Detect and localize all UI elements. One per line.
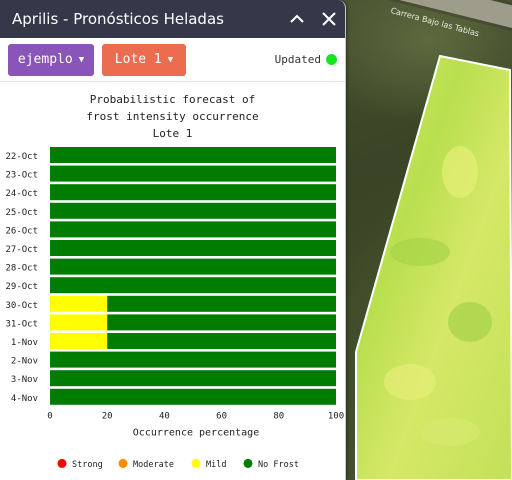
- panel-title-bar: Aprilis - Pronósticos Heladas: [0, 0, 345, 38]
- bar-mild-1-Nov: [50, 333, 108, 349]
- y-tick-label: 4-Nov: [11, 394, 38, 404]
- y-tick-label: 2-Nov: [11, 357, 38, 367]
- field-polygon-lote-1[interactable]: [350, 52, 512, 480]
- x-tick-label: 20: [102, 411, 113, 421]
- bar-no-frost-3-Nov: [50, 370, 336, 387]
- x-tick-label: 80: [273, 411, 284, 421]
- bar-no-frost-2-Nov: [50, 351, 336, 368]
- farm-dropdown[interactable]: ejemplo ▼: [8, 43, 94, 76]
- bar-mild-31-Oct: [50, 314, 108, 331]
- y-tick-label: 27-Oct: [5, 245, 38, 255]
- legend-marker-no-frost: [243, 458, 253, 468]
- bar-no-frost-4-Nov: [50, 388, 336, 405]
- x-tick-label: 40: [159, 411, 170, 421]
- collapse-chevron-up-icon[interactable]: [281, 0, 313, 38]
- legend-label-strong: Strong: [72, 460, 103, 470]
- frost-forecast-panel: Aprilis - Pronósticos Heladas ejemplo ▼ …: [0, 0, 346, 480]
- legend-marker-strong: [57, 458, 67, 468]
- bar-no-frost-27-Oct: [50, 240, 336, 256]
- bar-no-frost-23-Oct: [50, 165, 336, 182]
- y-tick-label: 28-Oct: [5, 264, 38, 274]
- legend-label-mild: Mild: [206, 460, 226, 470]
- lot-dropdown-label: Lote 1: [114, 52, 162, 67]
- bar-no-frost-30-Oct: [107, 295, 336, 312]
- bar-no-frost-29-Oct: [50, 277, 336, 294]
- update-status: Updated: [275, 53, 337, 66]
- bar-no-frost-25-Oct: [50, 202, 336, 219]
- y-tick-label: 22-Oct: [5, 152, 38, 162]
- farm-dropdown-label: ejemplo: [17, 52, 73, 67]
- chart-plot: 22-Oct 23-Oct 24-Oct 25-Oct 26-Oct 27-Oct 28-O…: [5, 147, 344, 470]
- y-tick-label: 3-Nov: [11, 375, 38, 385]
- y-tick-label: 26-Oct: [5, 226, 38, 236]
- update-status-text: Updated: [274, 53, 321, 66]
- bar-no-frost-31-Oct: [107, 314, 336, 331]
- x-tick-label: 100: [328, 411, 344, 421]
- bar-no-frost-22-Oct: [50, 147, 336, 163]
- panel-toolbar: ejemplo ▼ Lote 1 ▼ Updated: [0, 38, 345, 82]
- bar-no-frost-28-Oct: [50, 258, 336, 275]
- x-tick-label: 0: [47, 411, 52, 421]
- lot-dropdown[interactable]: Lote 1 ▼: [102, 43, 186, 76]
- panel-title: Aprilis - Pronósticos Heladas: [12, 10, 224, 28]
- close-icon[interactable]: [313, 0, 345, 38]
- y-tick-label: 30-Oct: [5, 301, 38, 311]
- legend-label-no-frost: No Frost: [258, 460, 299, 470]
- y-tick-label: 31-Oct: [5, 319, 38, 329]
- caret-down-icon: ▼: [78, 54, 85, 65]
- bar-mild-30-Oct: [50, 295, 108, 312]
- frost-forecast-chart: Probabilistic forecast of frost intensit…: [0, 82, 345, 480]
- x-axis-label: Occurrence percentage: [133, 427, 259, 438]
- x-tick-label: 60: [216, 411, 227, 421]
- status-indicator-dot: [326, 54, 337, 65]
- caret-down-icon: ▼: [167, 54, 174, 65]
- bar-no-frost-1-Nov: [107, 333, 336, 349]
- y-tick-label: 25-Oct: [5, 208, 38, 218]
- y-tick-label: 29-Oct: [5, 282, 38, 292]
- bar-no-frost-26-Oct: [50, 221, 336, 238]
- y-tick-label: 24-Oct: [5, 189, 38, 199]
- y-tick-label: 23-Oct: [5, 171, 38, 181]
- legend-marker-moderate: [118, 458, 128, 468]
- y-tick-label: 1-Nov: [11, 338, 38, 348]
- legend-marker-mild: [191, 458, 201, 468]
- legend-label-moderate: Moderate: [133, 460, 174, 470]
- bar-no-frost-24-Oct: [50, 184, 336, 201]
